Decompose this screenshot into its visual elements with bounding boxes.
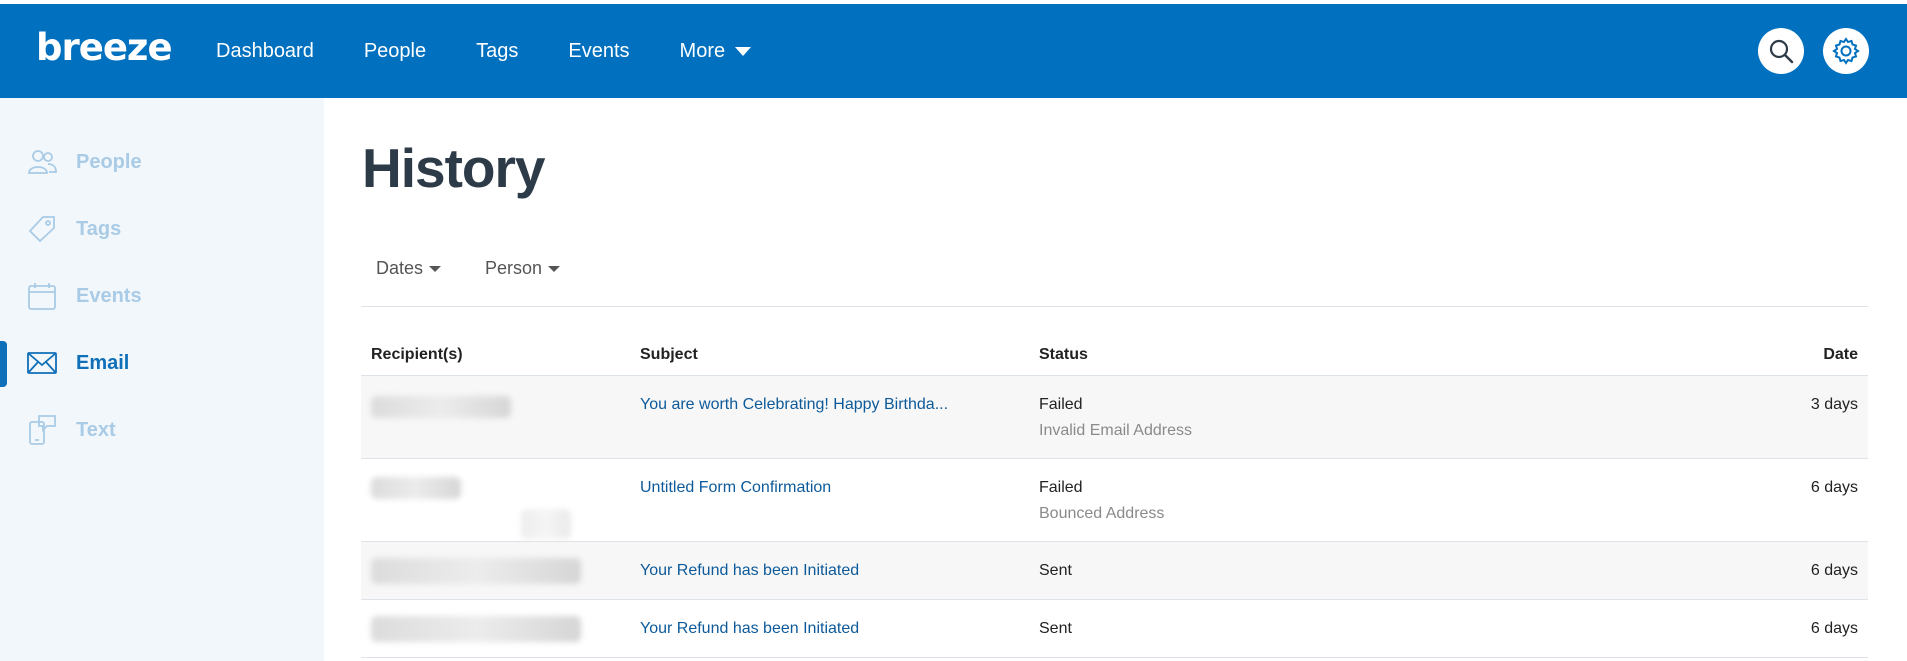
tag-icon xyxy=(28,216,55,243)
person-filter-dropdown[interactable]: Person xyxy=(485,258,561,279)
nav-tags[interactable]: Tags xyxy=(476,40,518,63)
status-text: Failed xyxy=(1039,396,1083,413)
email-subject-link[interactable]: Your Refund has been Initiated xyxy=(640,620,859,638)
main-nav: Dashboard People Tags Events More xyxy=(216,4,801,98)
gear-icon xyxy=(1832,37,1860,65)
sidebar-item-email[interactable]: Email xyxy=(0,341,324,387)
email-subject-link[interactable]: Your Refund has been Initiated xyxy=(640,562,859,580)
date-cell: 6 days xyxy=(1810,562,1858,579)
calendar-icon xyxy=(28,283,56,310)
sidebar-item-events[interactable]: Events xyxy=(0,274,324,318)
envelope-icon xyxy=(27,352,57,374)
redacted-recipient xyxy=(371,396,511,418)
nav-events[interactable]: Events xyxy=(568,40,629,63)
table-row[interactable]: Your Refund has been Initiated Sent 6 da… xyxy=(361,600,1868,658)
nav-more[interactable]: More xyxy=(680,40,752,63)
status-cell: Failed Invalid Email Address xyxy=(1039,396,1192,440)
sidebar-item-people[interactable]: People xyxy=(0,140,324,184)
main-content: History Dates Person Recipient(s) Subjec… xyxy=(324,98,1907,661)
nav-more-label: More xyxy=(679,39,726,62)
status-text: Sent xyxy=(1039,620,1072,637)
page-title: History xyxy=(362,137,545,199)
date-cell: 3 days xyxy=(1810,396,1858,413)
table-row[interactable]: Your Refund has been Initiated Sent 6 da… xyxy=(361,542,1868,600)
search-icon xyxy=(1769,39,1794,64)
email-history-table: Recipient(s) Subject Status Date You are… xyxy=(361,334,1868,658)
sidebar-item-label: Email xyxy=(76,351,130,374)
column-header-date[interactable]: Date xyxy=(1823,346,1858,364)
sidebar-item-text[interactable]: Text xyxy=(0,408,324,452)
date-cell: 6 days xyxy=(1810,620,1858,637)
table-header: Recipient(s) Subject Status Date xyxy=(361,334,1868,376)
status-detail: Invalid Email Address xyxy=(1039,422,1192,439)
redacted-recipient xyxy=(371,477,461,499)
email-subject-link[interactable]: Untitled Form Confirmation xyxy=(640,479,831,497)
status-cell: Failed Bounced Address xyxy=(1039,479,1164,523)
date-cell: 6 days xyxy=(1810,479,1858,496)
top-navbar: breeze Dashboard People Tags Events More xyxy=(0,4,1907,98)
dates-filter-label: Dates xyxy=(376,258,424,278)
chevron-down-icon xyxy=(548,265,561,272)
settings-button[interactable] xyxy=(1823,28,1869,74)
sidebar-item-label: Text xyxy=(76,418,116,441)
nav-dashboard[interactable]: Dashboard xyxy=(216,40,314,63)
nav-people[interactable]: People xyxy=(364,40,426,63)
people-icon xyxy=(28,150,57,174)
table-row[interactable]: Untitled Form Confirmation Failed Bounce… xyxy=(361,459,1868,542)
redacted-recipient xyxy=(371,616,581,642)
divider xyxy=(361,306,1868,307)
dates-filter-dropdown[interactable]: Dates xyxy=(376,258,442,279)
status-detail: Bounced Address xyxy=(1039,505,1165,522)
column-header-subject[interactable]: Subject xyxy=(640,346,698,364)
chevron-down-icon xyxy=(429,265,442,272)
sidebar-item-label: Events xyxy=(76,284,142,307)
search-button[interactable] xyxy=(1758,28,1804,74)
status-text: Failed xyxy=(1039,479,1083,496)
breeze-logo[interactable]: breeze xyxy=(36,26,173,69)
email-subject-link[interactable]: You are worth Celebrating! Happy Birthda… xyxy=(640,396,948,414)
filter-bar: Dates Person xyxy=(376,258,604,279)
status-text: Sent xyxy=(1039,562,1072,579)
sidebar-item-tags[interactable]: Tags xyxy=(0,207,324,251)
phone-chat-icon xyxy=(29,415,56,445)
person-filter-label: Person xyxy=(485,258,543,278)
sidebar: People Tags Events Email Text xyxy=(0,98,324,661)
sidebar-item-label: People xyxy=(76,150,142,173)
sidebar-item-label: Tags xyxy=(76,217,122,240)
table-row[interactable]: You are worth Celebrating! Happy Birthda… xyxy=(361,376,1868,459)
redacted-recipient xyxy=(371,558,581,584)
column-header-status[interactable]: Status xyxy=(1039,346,1088,364)
redaction-smudge xyxy=(521,509,571,539)
chevron-down-icon xyxy=(735,46,752,56)
column-header-recipient[interactable]: Recipient(s) xyxy=(371,346,463,364)
